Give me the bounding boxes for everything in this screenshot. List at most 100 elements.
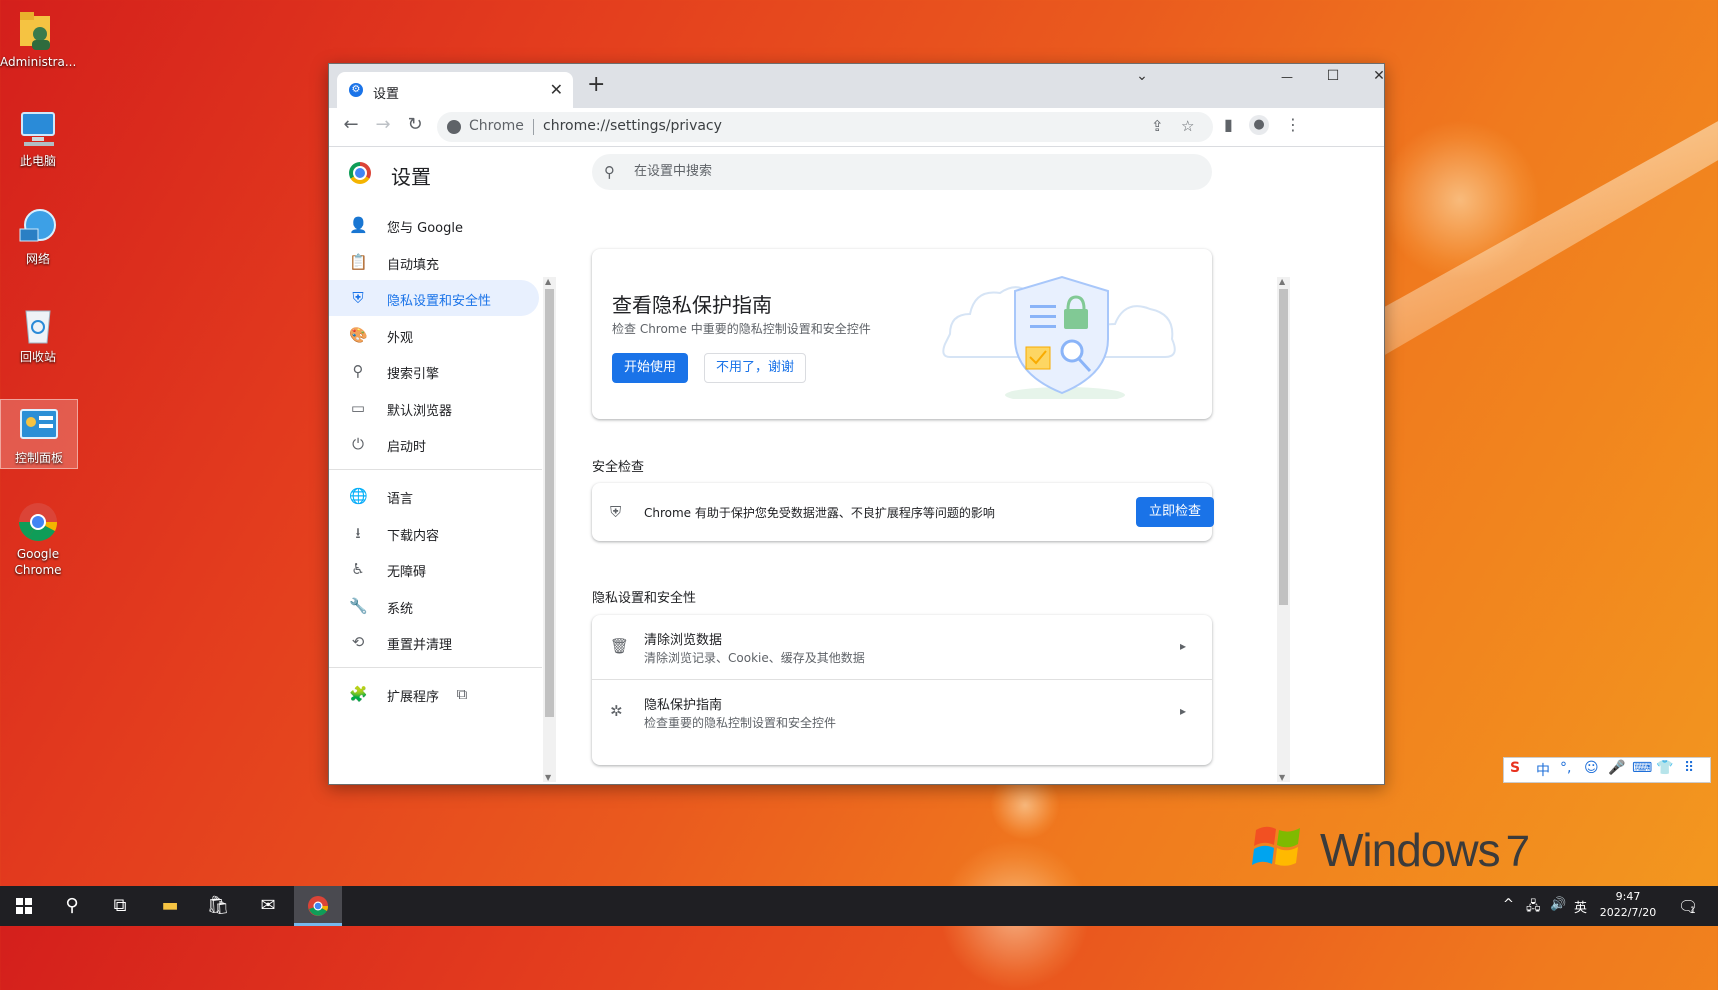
- desktop-icon-label: 回收站: [19, 350, 56, 364]
- check-now-button[interactable]: 立即检查: [1136, 497, 1214, 527]
- windows-start-icon: [16, 898, 32, 914]
- tab-search-button[interactable]: ⌄: [1122, 68, 1162, 84]
- scrollbar-thumb[interactable]: [1279, 289, 1288, 605]
- input-language-indicator[interactable]: 英: [1574, 897, 1587, 916]
- scroll-down-arrow-icon[interactable]: ▼: [1279, 773, 1285, 782]
- chrome-logo-icon: [349, 162, 371, 184]
- file-explorer-icon[interactable]: ▬: [146, 886, 194, 926]
- search-input[interactable]: [632, 162, 1196, 179]
- taskbar-chrome-icon[interactable]: [294, 886, 342, 926]
- desktop-icon-control-panel[interactable]: 控制面板: [0, 399, 78, 469]
- ime-skin-icon[interactable]: 👕: [1656, 760, 1673, 776]
- side-panel-icon[interactable]: ▮: [1224, 115, 1233, 134]
- sidebar-item-label: 语言: [387, 492, 414, 507]
- get-started-button[interactable]: 开始使用: [612, 353, 688, 383]
- network-status-icon[interactable]: 🖧: [1526, 897, 1541, 919]
- site-info-icon[interactable]: [447, 120, 461, 134]
- brand-name: Windows: [1320, 824, 1501, 876]
- back-icon[interactable]: ←: [337, 114, 365, 135]
- promo-title: 查看隐私保护指南: [612, 293, 772, 317]
- sidebar-item-accessibility[interactable]: ♿ 无障碍: [329, 551, 539, 587]
- scrollbar-thumb[interactable]: [545, 289, 554, 717]
- sidebar-item-reset[interactable]: ⟲ 重置并清理: [329, 624, 539, 660]
- history-icon: ⟲: [351, 633, 365, 651]
- system-clock[interactable]: 9:47 2022/7/20: [1596, 889, 1660, 921]
- desktop-icon-label: Google Chrome: [14, 547, 62, 577]
- settings-page: 设置 ⚲ 👤 您与 Google 📋 自动填充 ⛨ 隐私设置和安全性 🎨 外观: [329, 147, 1384, 784]
- maximize-button[interactable]: ☐: [1313, 68, 1353, 84]
- sidebar-item-on-startup[interactable]: ⏻ 启动时: [329, 426, 539, 462]
- privacy-section-heading: 隐私设置和安全性: [592, 591, 697, 606]
- ime-keyboard-icon[interactable]: ⌨: [1632, 760, 1652, 776]
- show-hidden-icons-chevron-icon[interactable]: ^: [1503, 897, 1514, 912]
- scroll-down-arrow-icon[interactable]: ▼: [545, 773, 551, 782]
- ime-emoji-icon[interactable]: ☺: [1584, 760, 1599, 776]
- new-tab-button[interactable]: +: [587, 74, 605, 96]
- sidebar-item-languages[interactable]: 🌐 语言: [329, 478, 539, 514]
- forward-icon[interactable]: →: [369, 114, 397, 135]
- sidebar-item-default-browser[interactable]: ▭ 默认浏览器: [329, 390, 539, 426]
- wrench-icon: 🔧: [349, 597, 368, 615]
- ime-voice-icon[interactable]: 🎤: [1608, 760, 1625, 776]
- reload-icon[interactable]: ↻: [401, 114, 429, 135]
- desktop-icon-this-pc[interactable]: 此电脑: [0, 107, 76, 169]
- sidebar-item-autofill[interactable]: 📋 自动填充: [329, 244, 539, 280]
- mail-icon[interactable]: ✉: [244, 886, 292, 926]
- sidebar-divider: [329, 667, 542, 668]
- tab-settings[interactable]: ⚙ 设置 ✕: [337, 72, 573, 108]
- ime-punctuation-icon[interactable]: °,: [1560, 760, 1571, 776]
- desktop-icon-recycle-bin[interactable]: 回收站: [0, 303, 76, 365]
- windows-flag-logo: [1252, 826, 1300, 866]
- no-thanks-button[interactable]: 不用了，谢谢: [704, 353, 806, 383]
- minimize-button[interactable]: —: [1267, 70, 1307, 84]
- ime-mode-chinese[interactable]: 中: [1536, 760, 1550, 780]
- clipboard-icon: 📋: [349, 253, 368, 271]
- privacy-guide-row[interactable]: ✲ 隐私保护指南 检查重要的隐私控制设置和安全控件 ▸: [592, 680, 1212, 744]
- scroll-up-arrow-icon[interactable]: ▲: [545, 277, 551, 286]
- sidebar-item-you-and-google[interactable]: 👤 您与 Google: [329, 207, 539, 243]
- task-view-icon[interactable]: ⧉: [96, 886, 144, 926]
- main-scrollbar[interactable]: ▲ ▼: [1277, 277, 1290, 782]
- share-icon[interactable]: ⇪: [1151, 117, 1164, 135]
- taskbar-search-icon[interactable]: ⚲: [48, 886, 96, 926]
- omnibox-url[interactable]: chrome://settings/privacy: [543, 118, 722, 134]
- menu-kebab-icon[interactable]: ⋮: [1285, 115, 1301, 134]
- volume-icon[interactable]: 🔊: [1550, 897, 1566, 912]
- desktop-icon-administrator[interactable]: Administra...: [0, 8, 76, 70]
- sidebar-item-search-engine[interactable]: ⚲ 搜索引擎: [329, 353, 539, 389]
- ime-more-icon[interactable]: ⠿: [1684, 760, 1694, 776]
- start-button[interactable]: [0, 886, 48, 926]
- close-window-button[interactable]: ✕: [1359, 68, 1384, 84]
- store-icon[interactable]: 🛍: [194, 886, 242, 926]
- omnibox-separator: [533, 119, 534, 135]
- sidebar-item-downloads[interactable]: ⭳ 下载内容: [329, 515, 539, 551]
- compass-icon: ✲: [610, 702, 623, 720]
- chrome-window: ⚙ 设置 ✕ + ⌄ — ☐ ✕ ← → ↻ Chrome chrome://s…: [328, 63, 1385, 785]
- ime-toolbar[interactable]: S 中 °, ☺ 🎤 ⌨ 👕 ⠿: [1503, 757, 1711, 783]
- desktop-icon-label: 此电脑: [19, 154, 56, 168]
- settings-search[interactable]: ⚲: [592, 154, 1212, 190]
- sidebar-item-label: 无障碍: [387, 565, 427, 580]
- profile-avatar-icon[interactable]: ●: [1249, 115, 1269, 135]
- chrome-icon: [16, 500, 60, 544]
- sogou-logo-icon[interactable]: S: [1510, 760, 1520, 776]
- tab-strip: ⚙ 设置 ✕ + ⌄ — ☐ ✕: [329, 64, 1384, 108]
- desktop-icon-network[interactable]: 网络: [0, 205, 76, 267]
- privacy-settings-card: 🗑 清除浏览数据 清除浏览记录、Cookie、缓存及其他数据 ▸ ✲ 隐私保护指…: [592, 615, 1212, 765]
- close-tab-icon[interactable]: ✕: [550, 80, 563, 99]
- clear-browsing-data-row[interactable]: 🗑 清除浏览数据 清除浏览记录、Cookie、缓存及其他数据 ▸: [592, 615, 1212, 680]
- sidebar-item-label: 外观: [387, 331, 414, 346]
- scroll-up-arrow-icon[interactable]: ▲: [1279, 277, 1285, 286]
- sidebar-item-extensions[interactable]: 🧩 扩展程序 ⧉: [329, 676, 539, 712]
- row-subtitle: 清除浏览记录、Cookie、缓存及其他数据: [644, 651, 865, 665]
- bookmark-star-icon[interactable]: ☆: [1181, 117, 1194, 135]
- sidebar-scrollbar[interactable]: ▲ ▼: [543, 277, 556, 782]
- browser-toolbar: ← → ↻ Chrome chrome://settings/privacy ⇪…: [329, 108, 1384, 147]
- sidebar-item-appearance[interactable]: 🎨 外观: [329, 317, 539, 353]
- omnibox[interactable]: Chrome chrome://settings/privacy ⇪ ☆: [437, 112, 1213, 142]
- promo-subtitle: 检查 Chrome 中重要的隐私控制设置和安全控件: [612, 322, 871, 336]
- desktop-icon-google-chrome[interactable]: Google Chrome: [0, 500, 76, 578]
- puzzle-icon: 🧩: [349, 685, 368, 703]
- sidebar-item-privacy[interactable]: ⛨ 隐私设置和安全性: [329, 280, 539, 316]
- sidebar-item-system[interactable]: 🔧 系统: [329, 588, 539, 624]
